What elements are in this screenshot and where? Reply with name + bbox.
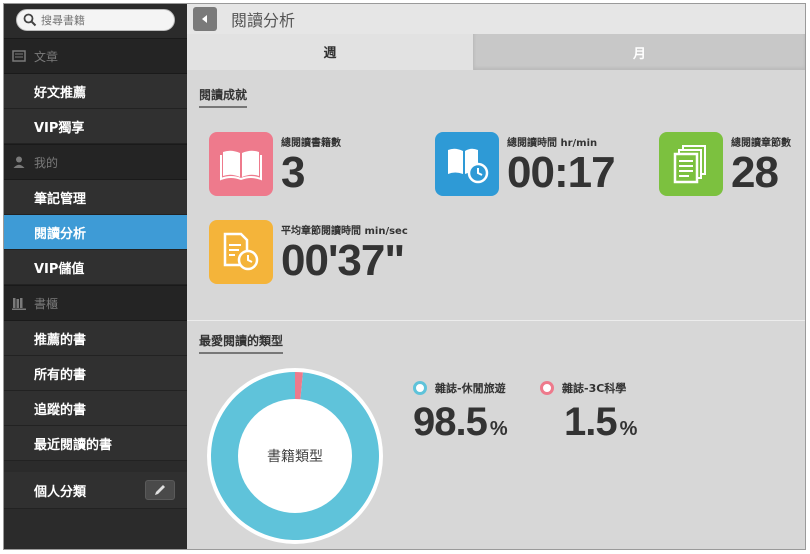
stat-total-books: 總閱讀書籍數 3 — [209, 132, 341, 196]
collapse-sidebar-button[interactable] — [193, 7, 217, 31]
sidebar-item-followed-books[interactable]: 追蹤的書 — [4, 391, 187, 426]
stat-total-chapters: 總閱讀章節數 28 — [659, 132, 791, 196]
donut-center-label: 書籍類型 — [267, 448, 323, 465]
legend-value: 98.5% — [413, 400, 508, 445]
open-book-icon — [209, 132, 273, 196]
sidebar-item-label: 閱讀分析 — [34, 226, 87, 242]
stat-label: 總閱讀章節數 — [731, 138, 791, 149]
legend-label: 雜誌-休閒旅遊 — [435, 382, 506, 395]
sidebar-personal-area: 個人分類 — [4, 472, 187, 509]
edit-button[interactable] — [145, 480, 175, 500]
sidebar-item-all-books[interactable]: 所有的書 — [4, 356, 187, 391]
tab-month[interactable]: 月 — [473, 34, 805, 70]
stat-average-chapter-time: 平均章節閱讀時間 min/sec 00'37" — [209, 220, 408, 284]
sidebar-item-label: 個人分類 — [34, 484, 87, 500]
sidebar-item-label: 最近閱讀的書 — [34, 437, 113, 453]
page-title: 閱讀分析 — [231, 11, 296, 30]
sidebar: 文章 好文推薦 VIP獨享 我的 筆記管理 閱讀分析 VIP儲值 書櫃 推薦的書… — [4, 4, 187, 549]
legend-unit: % — [619, 418, 638, 440]
section-divider — [187, 320, 805, 321]
section-label: 我的 — [34, 155, 59, 170]
sidebar-item-label: 好文推薦 — [34, 85, 87, 101]
search-icon — [23, 13, 37, 27]
sidebar-item-label: VIP獨享 — [34, 120, 85, 136]
section-header-articles: 文章 — [4, 38, 187, 74]
sidebar-item-notes[interactable]: 筆記管理 — [4, 180, 187, 215]
stat-value: 3 — [281, 148, 305, 197]
main-content: 閱讀分析 週 月 閱讀成就 總閱讀書籍數 3 總閱讀時間 hr/min 00:1… — [187, 4, 805, 549]
tab-week[interactable]: 週 — [187, 34, 473, 70]
legend-dot — [540, 381, 554, 395]
legend-value: 1.5% — [540, 400, 638, 445]
legend-number: 1.5 — [564, 400, 618, 444]
legend-label: 雜誌-3C科學 — [562, 382, 627, 395]
app-window: 文章 好文推薦 VIP獨享 我的 筆記管理 閱讀分析 VIP儲值 書櫃 推薦的書… — [3, 3, 806, 550]
section-header-bookshelf: 書櫃 — [4, 285, 187, 321]
sidebar-item-personal-categories[interactable]: 個人分類 — [4, 472, 187, 509]
sidebar-item-reading-analysis[interactable]: 閱讀分析 — [4, 215, 187, 250]
genres-title: 最愛閱讀的類型 — [199, 332, 284, 354]
legend-dot — [413, 381, 427, 395]
period-tabs: 週 月 — [187, 34, 805, 70]
pencil-icon — [155, 485, 165, 495]
sidebar-item-vip-exclusive[interactable]: VIP獨享 — [4, 109, 187, 144]
sidebar-item-vip-topup[interactable]: VIP儲值 — [4, 250, 187, 285]
sidebar-item-recommended-books[interactable]: 推薦的書 — [4, 321, 187, 356]
legend-number: 98.5 — [413, 400, 488, 444]
search-input[interactable] — [41, 13, 161, 27]
legend-unit: % — [489, 418, 508, 440]
book-clock-icon — [435, 132, 499, 196]
pages-icon — [659, 132, 723, 196]
sidebar-item-label: 筆記管理 — [34, 191, 87, 207]
document-clock-icon — [209, 220, 273, 284]
stat-label: 總閱讀時間 hr/min — [507, 138, 598, 149]
stat-value: 00:17 — [507, 148, 616, 197]
stat-total-time: 總閱讀時間 hr/min 00:17 — [435, 132, 616, 197]
stat-text: 總閱讀書籍數 3 — [281, 132, 341, 196]
sidebar-item-label: VIP儲值 — [34, 261, 85, 277]
chevron-left-icon — [202, 15, 207, 23]
sidebar-item-label: 追蹤的書 — [34, 402, 87, 418]
genre-donut-chart: 書籍類型 — [207, 368, 383, 544]
sidebar-item-recommended-articles[interactable]: 好文推薦 — [4, 74, 187, 109]
sidebar-item-label: 所有的書 — [34, 367, 87, 383]
section-header-mine: 我的 — [4, 144, 187, 180]
search-box[interactable] — [16, 9, 175, 31]
top-bar: 閱讀分析 — [187, 4, 805, 34]
stat-text: 總閱讀章節數 28 — [731, 132, 791, 196]
stat-value: 00'37" — [281, 236, 405, 285]
section-label: 文章 — [34, 49, 59, 64]
stat-text: 總閱讀時間 hr/min 00:17 — [507, 132, 616, 197]
stat-value: 28 — [731, 148, 779, 197]
achievements-title: 閱讀成就 — [199, 86, 248, 108]
sidebar-item-label: 推薦的書 — [34, 332, 87, 348]
legend-item-travel: 雜誌-休閒旅遊 98.5% — [413, 380, 508, 445]
legend-head: 雜誌-3C科學 — [540, 380, 636, 396]
search-area — [4, 4, 187, 38]
stat-label: 平均章節閱讀時間 min/sec — [281, 226, 408, 237]
bookshelf-icon — [12, 298, 26, 310]
user-icon — [13, 156, 25, 168]
section-label: 書櫃 — [34, 296, 59, 311]
stat-text: 平均章節閱讀時間 min/sec 00'37" — [281, 220, 408, 284]
stat-label: 總閱讀書籍數 — [281, 138, 341, 149]
legend-head: 雜誌-休閒旅遊 — [413, 380, 507, 396]
sidebar-item-recent-books[interactable]: 最近閱讀的書 — [4, 426, 187, 461]
document-icon — [12, 50, 26, 62]
legend-item-3c-science: 雜誌-3C科學 1.5% — [540, 380, 638, 445]
